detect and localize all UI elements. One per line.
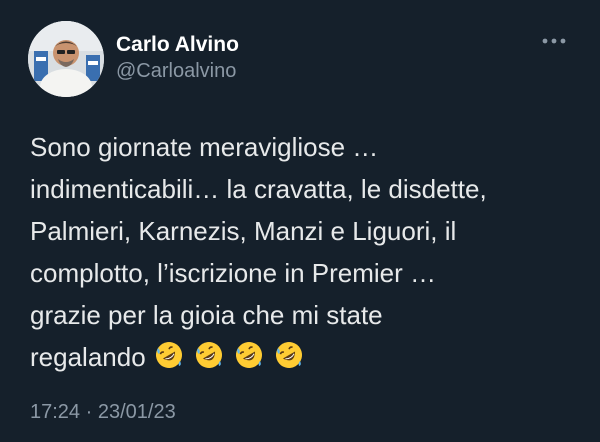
avatar-photo xyxy=(28,21,104,97)
tweet-text-line: indimenticabili… la cravatta, le disdett… xyxy=(30,174,487,204)
more-horizontal-icon xyxy=(542,38,566,44)
author-handle[interactable]: @Carloalvino xyxy=(116,59,236,83)
tweet-date: 23/01/23 xyxy=(97,401,176,423)
avatar[interactable] xyxy=(28,21,104,97)
rolling-on-floor-laughing-icon xyxy=(235,342,262,368)
rolling-on-floor-laughing-icon xyxy=(275,342,302,368)
tweet-text: Sono giornate meravigliose … indimentica… xyxy=(30,126,586,378)
rolling-on-floor-laughing-icon xyxy=(155,342,182,368)
timestamp-separator: · xyxy=(85,401,93,423)
tweet-text-line: regalando xyxy=(30,342,146,372)
tweet-timestamp[interactable]: 17:24 · 23/01/23 xyxy=(30,400,176,424)
tweet-text-line: grazie per la gioia che mi state xyxy=(30,300,383,330)
tweet-text-line: complotto, l’iscrizione in Premier … xyxy=(30,258,437,288)
emoji-group xyxy=(154,340,304,370)
author-name[interactable]: Carlo Alvino xyxy=(116,33,239,57)
tweet-card: Carlo Alvino @Carloalvino Sono giornate … xyxy=(0,0,600,442)
tweet-text-line: Palmieri, Karnezis, Manzi e Liguori, il xyxy=(30,216,457,246)
tweet-text-last-line: regalando xyxy=(30,336,586,378)
tweet-text-line: Sono giornate meravigliose … xyxy=(30,132,379,162)
rolling-on-floor-laughing-icon xyxy=(195,342,222,368)
tweet-time: 17:24 xyxy=(30,401,81,423)
more-options-button[interactable] xyxy=(536,28,572,54)
